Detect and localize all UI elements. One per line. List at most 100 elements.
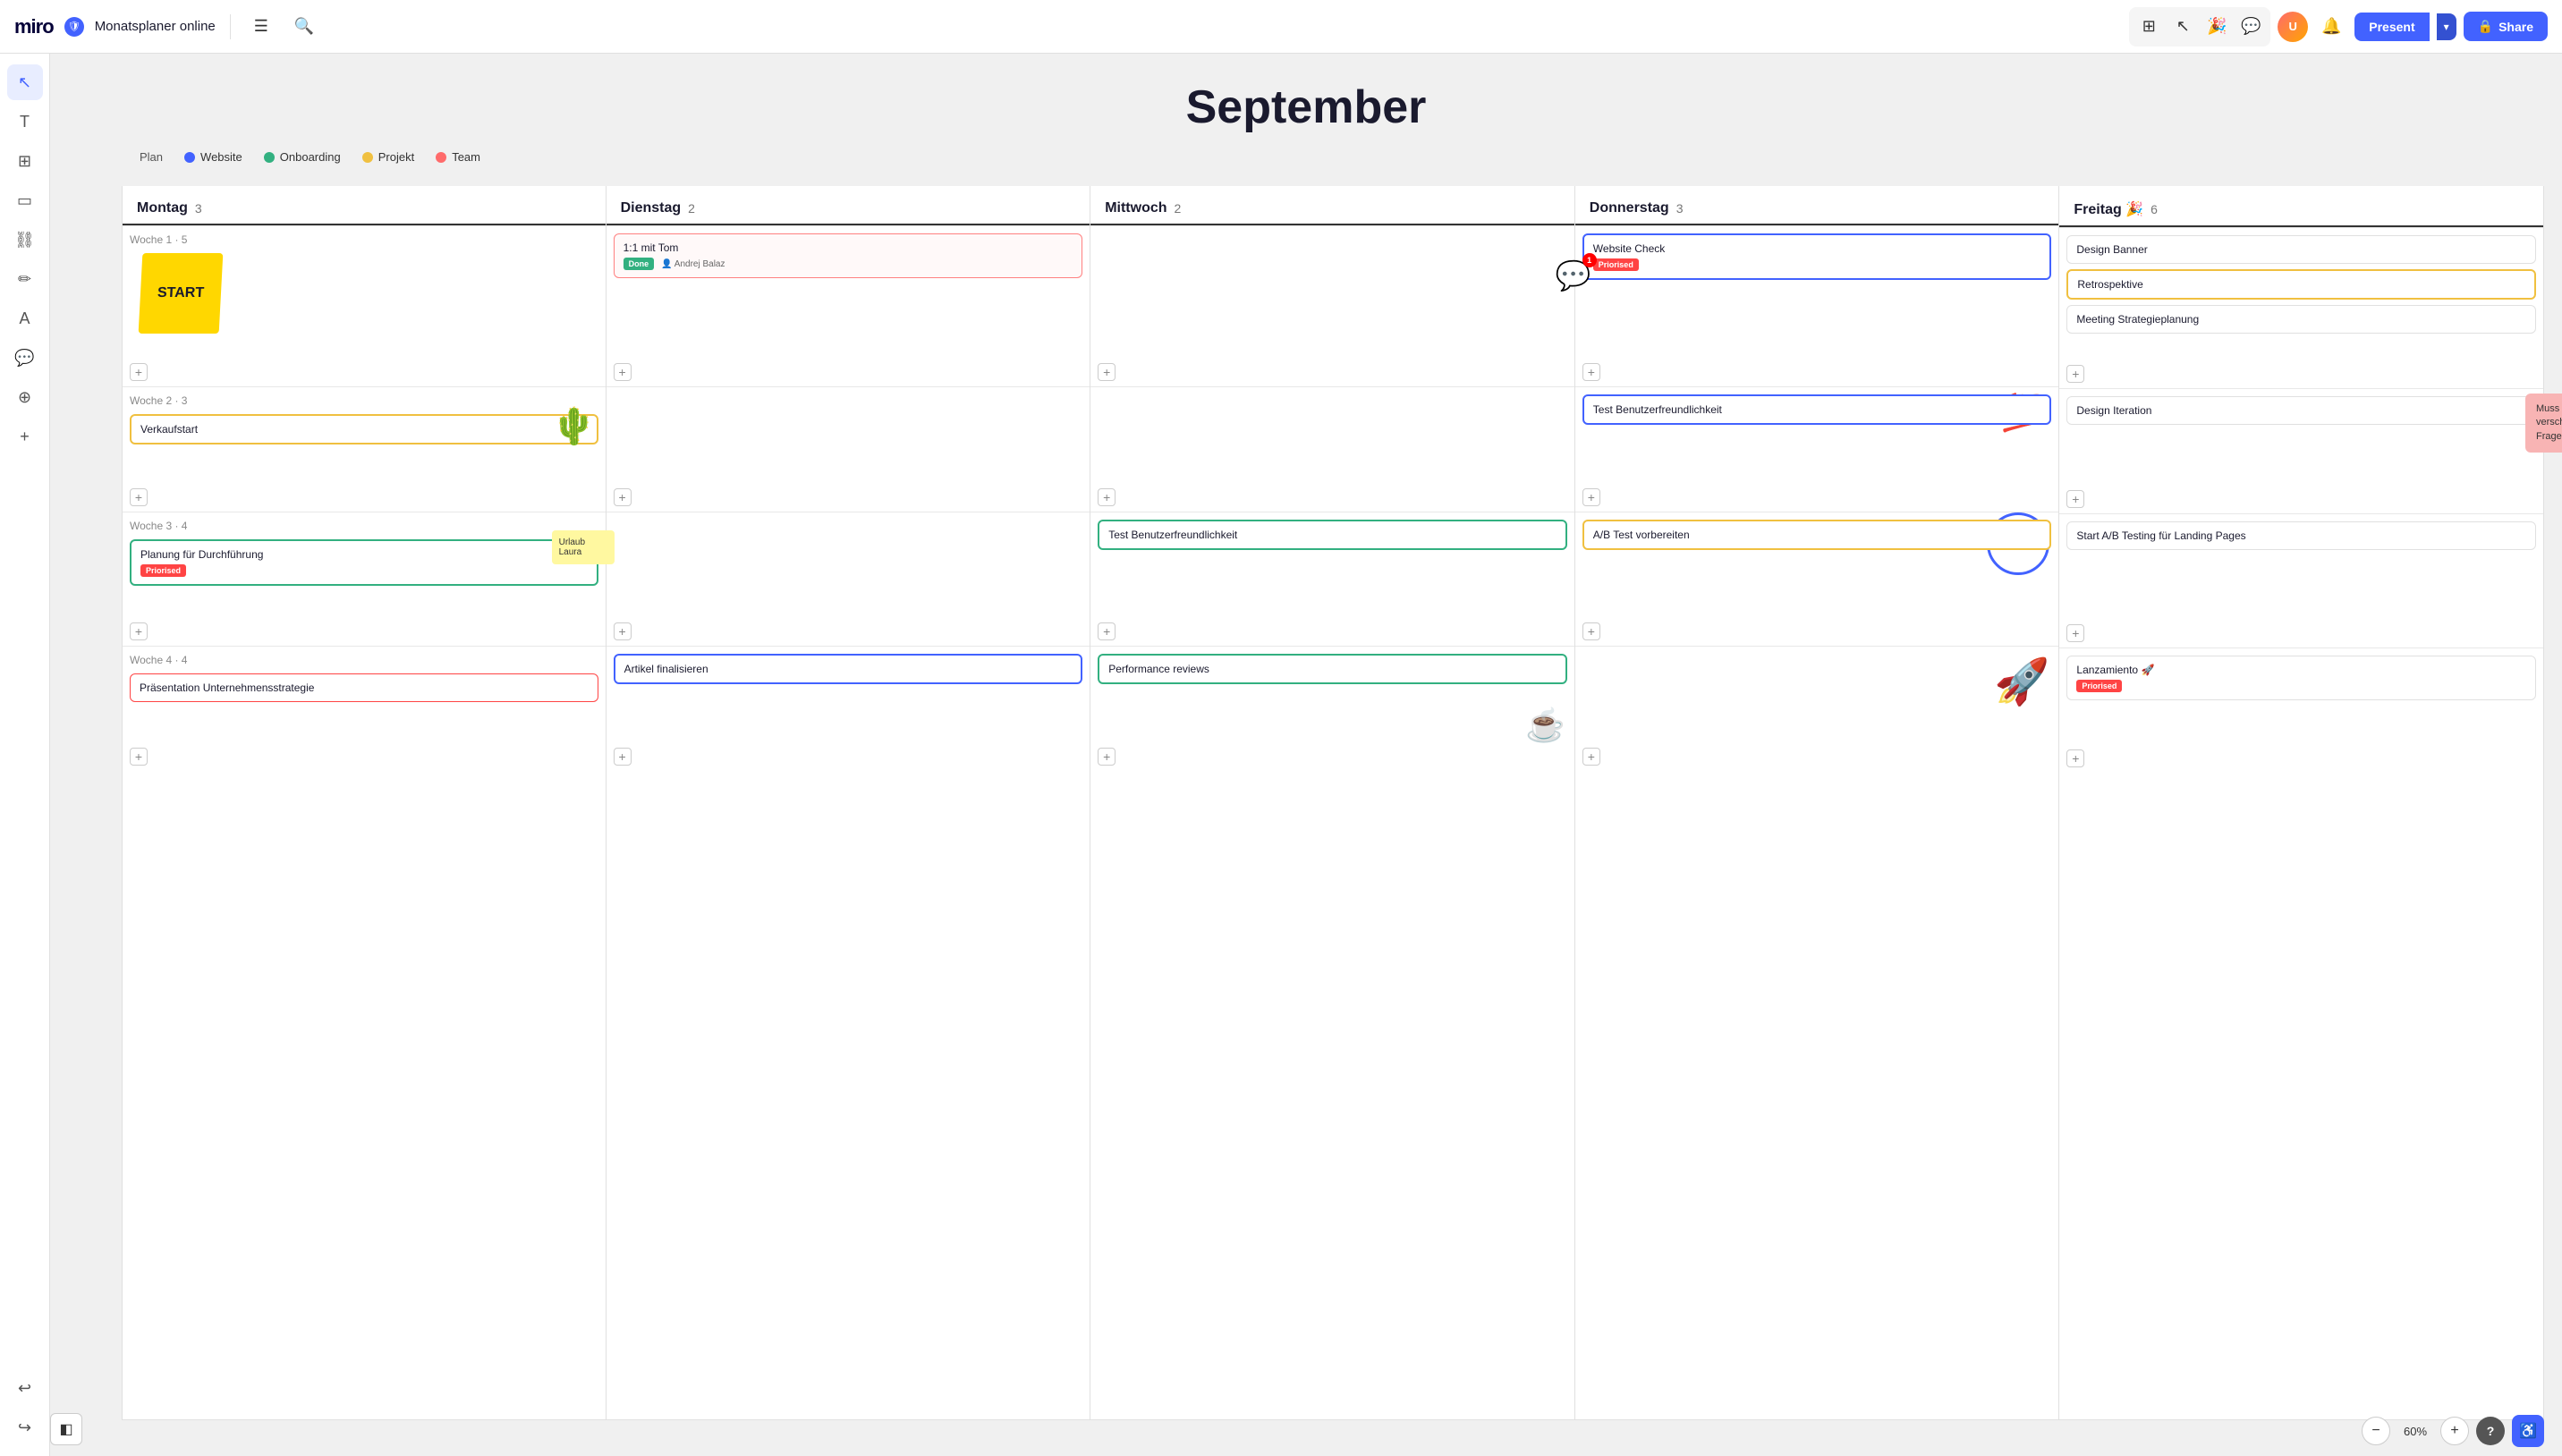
add-task-dienstag-w3[interactable]: +: [614, 622, 632, 640]
task-title-praesentation: Präsentation Unternehmensstrategie: [140, 681, 314, 694]
accessibility-button[interactable]: ♿: [2512, 1415, 2544, 1447]
task-meta-website: Priorised: [1593, 258, 2041, 271]
zoom-out-button[interactable]: −: [2362, 1417, 2390, 1445]
badge-priorised-website: Priorised: [1593, 258, 1639, 271]
chat-notification: 💬 1: [1556, 258, 1591, 292]
day-count-freitag: 6: [2151, 202, 2158, 216]
legend-dot-onboarding: [264, 152, 275, 163]
task-title-1to1tom: 1:1 mit Tom: [624, 241, 679, 254]
add-task-freitag-w3[interactable]: +: [2066, 624, 2084, 642]
text-tool[interactable]: T: [7, 104, 43, 140]
sticky-tool[interactable]: ▭: [7, 182, 43, 218]
zoom-in-button[interactable]: +: [2440, 1417, 2469, 1445]
day-count-dienstag: 2: [688, 201, 695, 216]
add-task-donnerstag-w4[interactable]: +: [1582, 748, 1600, 766]
task-ab-test[interactable]: A/B Test vorbereiten: [1582, 520, 2052, 550]
add-task-mittwoch-w2[interactable]: +: [1098, 488, 1116, 506]
task-title-retrospektive: Retrospektive: [2077, 278, 2142, 291]
montag-week2: Woche 2 · 3 Verkaufstart 🌵 +: [123, 386, 606, 512]
task-1to1tom[interactable]: 1:1 mit Tom Done 👤 Andrej Balaz: [614, 233, 1083, 278]
rocket-sticker: 🚀: [1994, 656, 2049, 708]
undo-button[interactable]: ↩: [7, 1370, 43, 1406]
task-ab-testing-landing[interactable]: Start A/B Testing für Landing Pages: [2066, 521, 2536, 550]
legend-dot-projekt: [362, 152, 373, 163]
legend-onboarding-label: Onboarding: [280, 150, 341, 164]
day-count-mittwoch: 2: [1175, 201, 1182, 216]
font-tool[interactable]: A: [7, 301, 43, 336]
task-lanzamiento[interactable]: Lanzamiento 🚀 Priorised: [2066, 656, 2536, 700]
add-task-montag-w3[interactable]: +: [130, 622, 148, 640]
task-title-website-check: Website Check: [1593, 242, 1665, 255]
task-meta-planung: Priorised: [140, 564, 588, 577]
task-praesentation[interactable]: Präsentation Unternehmensstrategie: [130, 673, 598, 702]
start-sticker: START: [139, 253, 224, 334]
share-button[interactable]: 🔒 Share: [2464, 12, 2548, 41]
lock-icon: 🔒: [2478, 19, 2493, 34]
cursor-tool-icon[interactable]: ↖: [2167, 11, 2199, 43]
add-task-dienstag-w1[interactable]: +: [614, 363, 632, 381]
add-task-mittwoch-w1[interactable]: +: [1098, 363, 1116, 381]
search-icon[interactable]: 🔍: [288, 11, 320, 43]
pen-tool[interactable]: ✏: [7, 261, 43, 297]
task-test-benutzer-w2[interactable]: Test Benutzerfreundlichkeit: [1582, 394, 2052, 425]
topbar: miro 🛡 Monatsplaner online ☰ 🔍 ⊞ ↖ 🎉 💬 U…: [0, 0, 2562, 54]
task-website-check[interactable]: Website Check Priorised: [1582, 233, 2052, 280]
select-tool[interactable]: ↖: [7, 64, 43, 100]
task-test-benutzer-w3[interactable]: Test Benutzerfreundlichkeit: [1098, 520, 1567, 550]
task-design-banner[interactable]: Design Banner: [2066, 235, 2536, 264]
week4-label-montag: Woche 4 · 4: [130, 654, 598, 666]
divider: [230, 14, 231, 39]
task-title-design-banner: Design Banner: [2076, 243, 2147, 256]
present-caret-button[interactable]: ▾: [2437, 13, 2456, 40]
add-task-dienstag-w2[interactable]: +: [614, 488, 632, 506]
board-title: Monatsplaner online: [95, 19, 216, 34]
chat-icon[interactable]: 💬: [2235, 11, 2267, 43]
comment-tool[interactable]: 💬: [7, 340, 43, 376]
add-task-montag-w1[interactable]: +: [130, 363, 148, 381]
link-tool[interactable]: ⛓: [7, 222, 43, 258]
add-task-dienstag-w4[interactable]: +: [614, 748, 632, 766]
add-task-mittwoch-w4[interactable]: +: [1098, 748, 1116, 766]
add-task-freitag-w4[interactable]: +: [2066, 749, 2084, 767]
present-button[interactable]: Present: [2354, 13, 2429, 41]
legend-team-label: Team: [452, 150, 480, 164]
legend-website: Website: [184, 150, 242, 164]
task-retrospektive[interactable]: Retrospektive: [2066, 269, 2536, 300]
bell-party-icon[interactable]: 🎉: [2201, 11, 2233, 43]
task-planung[interactable]: Planung für Durchführung Priorised: [130, 539, 598, 586]
callout-design-iteration: Muss auf nächste Woche verschoben werden…: [2525, 394, 2562, 453]
add-task-donnerstag-w2[interactable]: +: [1582, 488, 1600, 506]
task-design-iteration[interactable]: Design Iteration: [2066, 396, 2536, 425]
freitag-week3: Start A/B Testing für Landing Pages +: [2059, 513, 2543, 648]
task-verkaufstart[interactable]: Verkaufstart: [130, 414, 598, 444]
frame-tool[interactable]: ⊕: [7, 379, 43, 415]
add-task-donnerstag-w3[interactable]: +: [1582, 622, 1600, 640]
add-task-freitag-w1[interactable]: +: [2066, 365, 2084, 383]
add-task-mittwoch-w3[interactable]: +: [1098, 622, 1116, 640]
menu-icon[interactable]: ☰: [245, 11, 277, 43]
day-header-mittwoch: Mittwoch 2: [1090, 186, 1574, 225]
add-task-donnerstag-w1[interactable]: +: [1582, 363, 1600, 381]
notification-icon[interactable]: 🔔: [2315, 11, 2347, 43]
task-title-lanzamiento: Lanzamiento 🚀: [2076, 664, 2154, 676]
table-tool[interactable]: ⊞: [7, 143, 43, 179]
task-performance-reviews[interactable]: Performance reviews: [1098, 654, 1567, 684]
donnerstag-week1: Website Check Priorised 💬 1 +: [1575, 225, 2059, 386]
apps-icon[interactable]: ⊞: [2133, 11, 2165, 43]
legend-plan-label: Plan: [140, 150, 163, 164]
add-task-montag-w4[interactable]: +: [130, 748, 148, 766]
task-artikel[interactable]: Artikel finalisieren: [614, 654, 1083, 684]
page-title: September: [1186, 80, 1427, 134]
dienstag-week4: Artikel finalisieren +: [607, 646, 1090, 771]
help-button[interactable]: ?: [2476, 1417, 2505, 1445]
add-task-freitag-w2[interactable]: +: [2066, 490, 2084, 508]
add-tool[interactable]: +: [7, 419, 43, 454]
add-task-montag-w2[interactable]: +: [130, 488, 148, 506]
badge-priorised-lanzamiento: Priorised: [2076, 680, 2122, 692]
cactus-sticker: 🌵: [552, 405, 597, 447]
day-name-freitag: Freitag 🎉: [2074, 200, 2143, 218]
task-meeting-strategie[interactable]: Meeting Strategieplanung: [2066, 305, 2536, 334]
donnerstag-week3: REVIEW A/B Test vorbereiten +: [1575, 512, 2059, 646]
avatar[interactable]: U: [2278, 12, 2308, 42]
task-title-design-iteration: Design Iteration: [2076, 404, 2151, 417]
